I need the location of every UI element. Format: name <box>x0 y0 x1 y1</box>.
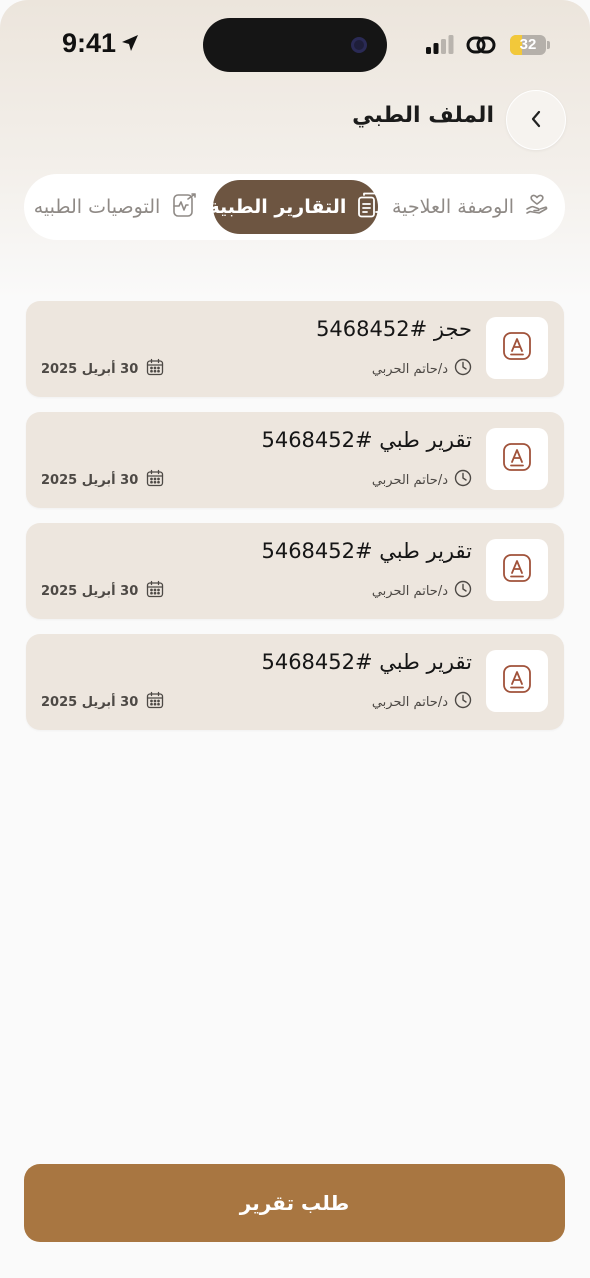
report-icon-box <box>486 539 548 601</box>
request-report-button[interactable]: طلب تقرير <box>24 1164 565 1242</box>
clock-icon <box>454 580 472 602</box>
tab-medical-reports-label: التقارير الطبية <box>208 196 347 218</box>
report-doctor: د/حاتم الحربي <box>372 691 472 713</box>
tab-recommendations[interactable]: التوصيات الطبيه <box>30 180 202 234</box>
report-icon-box <box>486 650 548 712</box>
doctor-name: د/حاتم الحربي <box>371 472 448 488</box>
cellular-signal-icon <box>426 34 454 58</box>
report-document-icon <box>501 552 533 588</box>
report-document-icon <box>501 663 533 699</box>
dynamic-island <box>203 18 387 72</box>
date-text: 30 أبريل 2025 <box>41 472 139 488</box>
calendar-icon <box>146 469 164 491</box>
status-bar: 9:41 32 <box>0 0 590 90</box>
status-time: 9:41 <box>62 28 117 58</box>
clock-icon <box>454 469 472 491</box>
page-title: الملف الطبي <box>352 103 494 128</box>
doctor-name: د/حاتم الحربي <box>371 361 448 377</box>
report-icon-box <box>486 317 548 379</box>
report-doctor: د/حاتم الحربي <box>372 580 472 602</box>
report-title: حجز #5468452 <box>316 317 472 341</box>
report-card[interactable]: حجز #5468452 د/حاتم الحربي 30 أبريل 2025 <box>26 301 564 397</box>
date-text: 30 أبريل 2025 <box>41 361 139 377</box>
report-doctor: د/حاتم الحربي <box>372 358 472 380</box>
date-text: 30 أبريل 2025 <box>41 694 139 710</box>
tab-bar: الوصفة العلاجية التقارير الطبية التوصيات… <box>24 174 565 240</box>
clock-icon <box>454 691 472 713</box>
report-card[interactable]: تقرير طبي #5468452 د/حاتم الحربي 30 أبري… <box>26 634 564 730</box>
battery-icon: 32 <box>510 35 546 55</box>
calendar-icon <box>146 358 164 380</box>
report-date: 30 أبريل 2025 <box>41 691 164 713</box>
back-button[interactable] <box>506 90 566 150</box>
report-title: تقرير طبي #5468452 <box>261 539 472 563</box>
hand-heart-icon <box>524 192 550 223</box>
tab-medical-reports[interactable]: التقارير الطبية <box>209 180 381 234</box>
report-date: 30 أبريل 2025 <box>41 358 164 380</box>
request-report-label: طلب تقرير <box>239 1191 350 1215</box>
clock-icon <box>454 358 472 380</box>
report-doctor: د/حاتم الحربي <box>372 469 472 491</box>
link-icon <box>466 33 496 61</box>
tab-recommendations-label: التوصيات الطبيه <box>33 196 161 218</box>
battery-cap <box>547 41 550 49</box>
clipboard-pulse-icon <box>170 191 198 224</box>
location-arrow-icon <box>120 33 140 57</box>
report-title: تقرير طبي #5468452 <box>261 428 472 452</box>
report-card[interactable]: تقرير طبي #5468452 د/حاتم الحربي 30 أبري… <box>26 412 564 508</box>
report-document-icon <box>501 441 533 477</box>
report-date: 30 أبريل 2025 <box>41 469 164 491</box>
report-icon-box <box>486 428 548 490</box>
calendar-icon <box>146 580 164 602</box>
calendar-icon <box>146 691 164 713</box>
report-date: 30 أبريل 2025 <box>41 580 164 602</box>
doctor-name: د/حاتم الحربي <box>371 583 448 599</box>
date-text: 30 أبريل 2025 <box>41 583 139 599</box>
tab-prescription-label: الوصفة العلاجية <box>391 196 515 218</box>
camera-icon <box>351 37 367 53</box>
report-title: تقرير طبي #5468452 <box>261 650 472 674</box>
report-document-icon <box>501 330 533 366</box>
chevron-left-icon <box>529 109 543 132</box>
document-icon <box>356 191 382 224</box>
tab-prescription[interactable]: الوصفة العلاجية <box>390 180 552 234</box>
doctor-name: د/حاتم الحربي <box>371 694 448 710</box>
report-card[interactable]: تقرير طبي #5468452 د/حاتم الحربي 30 أبري… <box>26 523 564 619</box>
battery-percentage: 32 <box>519 36 537 53</box>
